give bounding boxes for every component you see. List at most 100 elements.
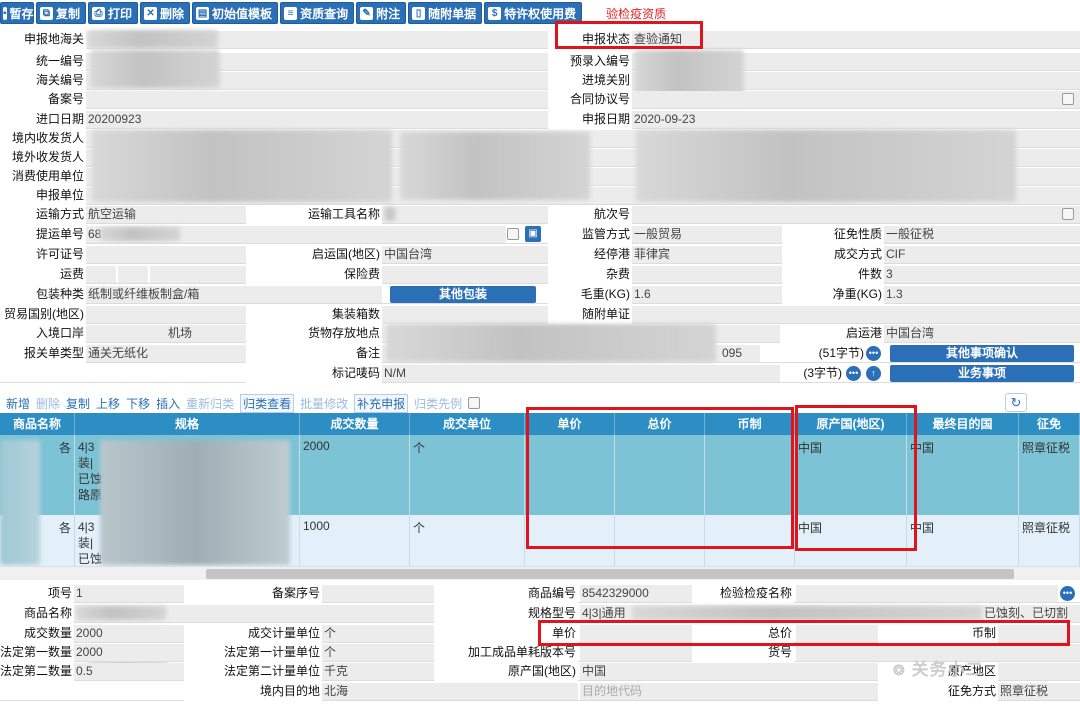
stop-port-field[interactable]: 菲律宾 bbox=[632, 246, 782, 263]
voyage-checkbox[interactable] bbox=[1062, 208, 1074, 220]
bill-lookup-icon[interactable]: ▣ bbox=[525, 226, 541, 242]
origin-region-field[interactable] bbox=[998, 663, 1080, 680]
print-button[interactable]: ⎙ 打印 bbox=[88, 2, 139, 24]
import-date-field[interactable]: 20200923 bbox=[86, 111, 548, 128]
supervision-label: 监管方式 bbox=[548, 225, 632, 244]
levy-nature-field[interactable]: 一般征税 bbox=[884, 226, 1080, 243]
insurance-field[interactable] bbox=[382, 266, 548, 283]
legal-qty1-label: 法定第一数量 bbox=[0, 643, 74, 662]
pieces-field[interactable]: 3 bbox=[884, 266, 1080, 283]
trade-country-field[interactable] bbox=[86, 306, 246, 323]
col-qty[interactable]: 成交数量 bbox=[300, 413, 410, 435]
declare-date-field[interactable]: 2020-09-23 bbox=[632, 111, 1080, 128]
horizontal-scrollbar[interactable] bbox=[0, 566, 1080, 580]
trade-country-label: 贸易国别(地区) bbox=[0, 305, 86, 324]
departure-country-field[interactable]: 中国台湾 bbox=[382, 246, 548, 263]
copy-icon: ⧉ bbox=[40, 6, 53, 20]
entry-port-field[interactable]: 机场 bbox=[86, 325, 246, 342]
attached-docs-button[interactable]: ▯ 随附单据 bbox=[408, 2, 483, 24]
container-count-field[interactable] bbox=[382, 306, 548, 323]
delete-button[interactable]: ✕ 删除 bbox=[140, 2, 191, 24]
levy-mode-field[interactable]: 照章征税 bbox=[998, 683, 1080, 700]
up-arrow-icon[interactable]: ↑ bbox=[866, 366, 881, 381]
batch-edit-button[interactable]: 批量修改 bbox=[300, 395, 348, 412]
license-field[interactable] bbox=[86, 246, 246, 263]
legal-qty2-label: 法定第二数量 bbox=[0, 662, 74, 681]
contract-no-field[interactable] bbox=[632, 91, 1080, 108]
copy-button[interactable]: ⧉ 复制 bbox=[36, 2, 87, 24]
classify-view-button[interactable]: 归类查看 bbox=[240, 393, 295, 413]
insert-button[interactable]: 插入 bbox=[156, 395, 180, 412]
save-draft-button[interactable]: ▪ 暂存 bbox=[0, 2, 34, 24]
more-icon[interactable]: ••• bbox=[846, 366, 861, 381]
dest-code-field[interactable]: 目的地代码 bbox=[580, 683, 878, 700]
hs-code-field[interactable]: 8542329000 bbox=[580, 585, 692, 602]
template-icon: ▤ bbox=[196, 6, 210, 20]
note-button[interactable]: ✎ 附注 bbox=[356, 2, 407, 24]
col-levy[interactable]: 征免 bbox=[1019, 413, 1080, 435]
legal-qty1-field[interactable]: 2000 bbox=[74, 644, 184, 661]
scrollbar-thumb[interactable] bbox=[206, 569, 1014, 579]
initial-template-button[interactable]: ▤ 初始值模板 bbox=[192, 2, 279, 24]
supervision-field[interactable]: 一般贸易 bbox=[632, 226, 782, 243]
more-icon[interactable]: ••• bbox=[866, 346, 881, 361]
reclassify-button[interactable]: 重新归类 bbox=[186, 395, 234, 412]
cell-unit: 个 bbox=[410, 515, 525, 567]
record-no-field[interactable] bbox=[86, 91, 548, 108]
origin-country-field[interactable]: 中国 bbox=[580, 663, 878, 680]
col-spec[interactable]: 规格 bbox=[75, 413, 300, 435]
contract-checkbox[interactable] bbox=[1062, 93, 1074, 105]
net-weight-field[interactable]: 1.3 bbox=[884, 286, 1080, 303]
classify-precedent-button[interactable]: 归类先例 bbox=[414, 395, 462, 412]
departure-port-field[interactable]: 中国台湾 bbox=[884, 325, 1080, 342]
freight-rate-field[interactable] bbox=[118, 266, 148, 283]
license-label: 许可证号 bbox=[0, 245, 86, 264]
gross-weight-field[interactable]: 1.6 bbox=[632, 286, 782, 303]
doc-search-icon: ≡ bbox=[284, 6, 298, 20]
mark-field[interactable]: N/M bbox=[382, 365, 780, 382]
legal-unit2-field[interactable]: 千克 bbox=[322, 663, 434, 680]
packing-field[interactable]: 纸制或纤维板制盒/箱 bbox=[86, 286, 382, 303]
misc-fee-field[interactable] bbox=[632, 266, 782, 283]
transport-tool-field[interactable] bbox=[382, 206, 548, 223]
more-icon[interactable]: ••• bbox=[1060, 586, 1075, 601]
deal-unit-label: 成交计量单位 bbox=[184, 624, 322, 643]
record-seq-field[interactable] bbox=[322, 585, 434, 602]
qualification-query-button[interactable]: ≡ 资质查询 bbox=[280, 2, 355, 24]
redacted-area bbox=[88, 30, 218, 48]
business-matters-button[interactable]: 业务事项 bbox=[890, 365, 1074, 382]
transport-mode-field[interactable]: 航空运输 bbox=[86, 206, 246, 223]
bill-no-checkbox[interactable] bbox=[507, 228, 519, 240]
legal-qty2-field[interactable]: 0.5 bbox=[74, 663, 184, 680]
voyage-field[interactable] bbox=[632, 206, 1080, 223]
add-goods-button[interactable]: 新增 bbox=[0, 395, 30, 412]
freight-currency-field[interactable] bbox=[150, 266, 246, 283]
copy-goods-button[interactable]: 复制 bbox=[66, 395, 90, 412]
unified-no-label: 统一编号 bbox=[0, 52, 86, 71]
delete-goods-button[interactable]: 删除 bbox=[36, 395, 60, 412]
refresh-icon[interactable]: ↻ bbox=[1005, 393, 1027, 412]
inspection-name-field[interactable] bbox=[796, 585, 1058, 602]
processing-version-field[interactable] bbox=[580, 644, 692, 661]
declaration-type-field[interactable]: 通关无纸化 bbox=[86, 345, 246, 362]
domestic-dest-field[interactable]: 北海 bbox=[322, 683, 578, 700]
move-down-button[interactable]: 下移 bbox=[126, 395, 150, 412]
item-no-field[interactable]: 1 bbox=[74, 585, 184, 602]
cell-destination: 中国 bbox=[907, 515, 1019, 567]
col-destination[interactable]: 最终目的国 bbox=[907, 413, 1019, 435]
legal-unit1-field[interactable]: 个 bbox=[322, 644, 434, 661]
move-up-button[interactable]: 上移 bbox=[96, 395, 120, 412]
col-unit[interactable]: 成交单位 bbox=[410, 413, 525, 435]
freight-mark-field[interactable] bbox=[86, 266, 116, 283]
col-goods-name[interactable]: 商品名称 bbox=[0, 413, 75, 435]
goods-toolbar-checkbox[interactable] bbox=[468, 397, 481, 409]
deal-qty-field[interactable]: 2000 bbox=[74, 625, 184, 642]
attached-docs-label: 随附单证 bbox=[548, 305, 632, 324]
deal-unit-field[interactable]: 个 bbox=[322, 625, 434, 642]
redacted-area bbox=[384, 207, 396, 221]
attached-docs-field[interactable] bbox=[632, 306, 1080, 323]
supplement-declare-button[interactable]: 补充申报 bbox=[354, 393, 409, 413]
other-confirm-button[interactable]: 其他事项确认 bbox=[890, 345, 1074, 362]
other-packing-button[interactable]: 其他包装 bbox=[390, 286, 536, 303]
deal-mode-field[interactable]: CIF bbox=[884, 246, 1080, 263]
